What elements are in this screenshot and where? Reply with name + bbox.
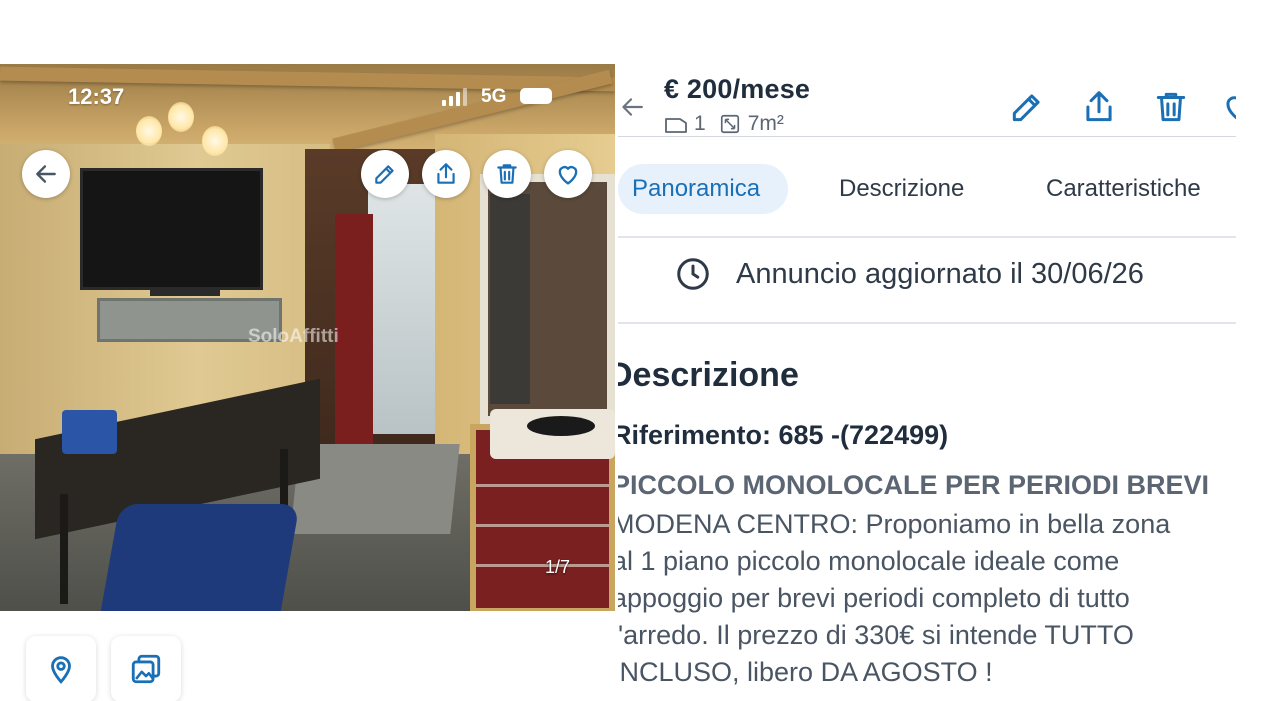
photo-edit-button[interactable] xyxy=(361,150,409,198)
photo-rack-shelf xyxy=(476,524,609,527)
trash-icon xyxy=(497,164,517,184)
photo-rack-shelf xyxy=(476,564,609,567)
photo-window-pane xyxy=(490,194,530,404)
photo-watermark: SoloAffitti xyxy=(248,326,339,347)
share-icon xyxy=(437,163,455,184)
listing-panel: € 200/mese 1 7m² Panoramica Descrizione … xyxy=(618,64,1236,701)
listing-headline: PICCOLO MONOLOCALE PER PERIODI BREVI xyxy=(618,470,1210,500)
description-line: MODENA CENTRO: Proponiamo in bella zona xyxy=(618,509,1171,539)
listing-area: 7m² xyxy=(747,112,784,135)
photo-tv-stand xyxy=(150,288,220,296)
updated-text: Annuncio aggiornato il 30/06/26 xyxy=(736,257,1144,290)
photo-panel: SoloAffitti 12:37 5G 1/7 xyxy=(0,64,615,701)
room-icon xyxy=(665,118,687,133)
listing-price: € 200/mese xyxy=(664,74,811,104)
tab-descrizione[interactable]: Descrizione xyxy=(839,164,964,214)
gallery-button[interactable] xyxy=(111,636,181,701)
listing-tabs: Panoramica Descrizione Caratteristiche xyxy=(618,156,1236,214)
listing-updated: Annuncio aggiornato il 30/06/26 xyxy=(674,255,1144,293)
listing-reference: Riferimento: 685 -(722499) xyxy=(618,420,949,450)
photo-counter: 1/7 xyxy=(545,557,571,577)
photo-basket xyxy=(62,410,117,454)
area-icon xyxy=(720,114,739,134)
signal-icon xyxy=(442,88,472,106)
tab-panoramica[interactable]: Panoramica xyxy=(618,164,789,214)
photo-share-button[interactable] xyxy=(422,150,470,198)
share-icon[interactable] xyxy=(1080,88,1118,126)
photo-delete-button[interactable] xyxy=(483,150,531,198)
photo-favorite-button[interactable] xyxy=(544,150,592,198)
back-button[interactable] xyxy=(22,150,70,198)
photo-lamp xyxy=(168,102,194,132)
photo-tv xyxy=(80,168,263,290)
heart-icon xyxy=(558,166,578,185)
edit-icon xyxy=(375,165,394,184)
arrow-left-icon xyxy=(36,165,56,183)
status-network: 5G xyxy=(481,86,507,107)
map-pin-icon xyxy=(51,656,71,684)
description-line: l'arredo. Il prezzo di 330€ si intende T… xyxy=(618,620,1134,650)
gallery-icon xyxy=(131,654,161,684)
photo-rack-shelf xyxy=(476,484,609,487)
screenshot-collage: SoloAffitti 12:37 5G 1/7 € 200/mese 1 7m… xyxy=(0,0,1280,701)
arrow-left-icon[interactable] xyxy=(618,94,644,120)
listing-header: € 200/mese 1 7m² xyxy=(618,64,1236,137)
heart-icon[interactable] xyxy=(1220,88,1236,126)
photo-lamp xyxy=(202,126,228,156)
battery-icon xyxy=(520,88,552,104)
listing-meta: 1 7m² xyxy=(664,112,784,136)
photo-lamp xyxy=(136,116,162,146)
edit-icon[interactable] xyxy=(1008,88,1046,126)
clock-icon xyxy=(677,258,709,290)
listing-rooms: 1 xyxy=(694,112,706,135)
listing-photo[interactable]: SoloAffitti 12:37 5G 1/7 xyxy=(0,64,615,611)
section-title: Descrizione xyxy=(618,356,799,394)
description-line: appoggio per brevi periodi completo di t… xyxy=(618,583,1130,613)
description-line: al 1 piano piccolo monolocale ideale com… xyxy=(618,546,1120,576)
map-button[interactable] xyxy=(26,636,96,701)
photo-desk-leg xyxy=(60,494,68,604)
status-time: 12:37 xyxy=(68,84,125,109)
tab-caratteristiche[interactable]: Caratteristiche xyxy=(1046,164,1201,214)
photo-chair xyxy=(100,504,300,611)
trash-icon[interactable] xyxy=(1152,88,1190,126)
photo-doorway-light xyxy=(368,184,438,434)
divider xyxy=(618,322,1236,324)
description-line: INCLUSO, libero DA AGOSTO ! xyxy=(618,657,993,687)
divider xyxy=(618,236,1236,238)
photo-turntable-disc xyxy=(527,416,595,436)
